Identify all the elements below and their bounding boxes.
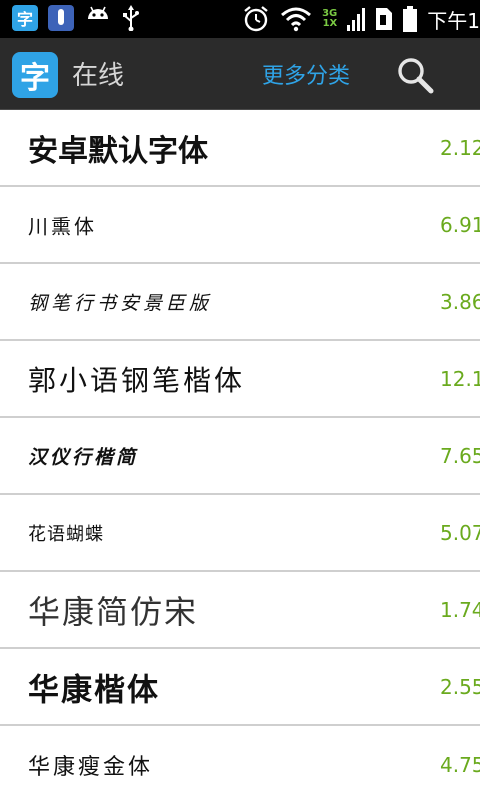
font-size: 5.07 [440, 520, 480, 545]
font-list-item[interactable]: 川熏体 6.91 [0, 187, 480, 264]
page-title: 在线 [72, 61, 125, 91]
font-name: 钢笔行书安景臣版 [28, 292, 213, 314]
font-list: 安卓默认字体 2.12 川熏体 6.91 钢笔行书安景臣版 3.86 郭小语钢笔… [0, 110, 480, 803]
search-icon[interactable] [396, 56, 434, 94]
thermometer-icon [48, 5, 74, 31]
sim-icon [376, 8, 393, 30]
clock: 下午1 [427, 8, 480, 33]
font-list-item[interactable]: 花语蝴蝶 5.07 [0, 495, 480, 572]
font-list-item[interactable]: 安卓默认字体 2.12 [0, 110, 480, 187]
network-type: 3G 1X [322, 9, 337, 29]
usb-icon [123, 5, 139, 31]
font-name: 安卓默认字体 [28, 133, 208, 169]
action-bar: 字 在线 更多分类 [0, 38, 480, 110]
font-app-notification-icon: 字 [12, 5, 38, 31]
font-list-item[interactable]: 华康楷体 2.55 [0, 649, 480, 726]
status-notifications: 字 [12, 5, 140, 31]
status-bar: 字 3G 1X 下午1 [0, 0, 480, 38]
more-categories-button[interactable]: 更多分类 [262, 58, 350, 90]
font-size: 3.86 [440, 289, 480, 314]
font-size: 6.91 [440, 212, 480, 237]
font-name: 华康楷体 [28, 672, 160, 708]
android-icon [88, 6, 108, 19]
font-size: 1.74 [440, 597, 480, 622]
battery-icon [403, 6, 418, 32]
font-name: 华康简仿宋 [28, 592, 199, 631]
font-name: 川熏体 [28, 214, 97, 238]
font-size: 2.12 [440, 135, 480, 160]
font-size: 2.55 [440, 674, 480, 699]
font-list-item[interactable]: 钢笔行书安景臣版 3.86 [0, 264, 480, 341]
font-size: 12.1 [440, 366, 480, 391]
font-list-item[interactable]: 郭小语钢笔楷体 12.1 [0, 341, 480, 418]
wifi-icon [281, 7, 312, 32]
font-list-item[interactable]: 汉仪行楷简 7.65 [0, 418, 480, 495]
font-size: 4.75 [440, 752, 480, 777]
font-size: 7.65 [440, 443, 480, 468]
signal-icon [347, 8, 366, 31]
status-system: 3G 1X 下午1 [242, 2, 480, 36]
font-list-item[interactable]: 华康瘦金体 4.75 [0, 726, 480, 803]
network-1x-label: 1X [322, 18, 338, 29]
font-name: 华康瘦金体 [28, 754, 154, 780]
font-name: 汉仪行楷简 [28, 446, 139, 468]
app-logo-icon[interactable]: 字 [12, 52, 58, 98]
font-list-item[interactable]: 华康简仿宋 1.74 [0, 572, 480, 649]
font-name: 郭小语钢笔楷体 [28, 363, 246, 397]
alarm-icon [244, 6, 268, 32]
font-name: 花语蝴蝶 [28, 523, 104, 545]
